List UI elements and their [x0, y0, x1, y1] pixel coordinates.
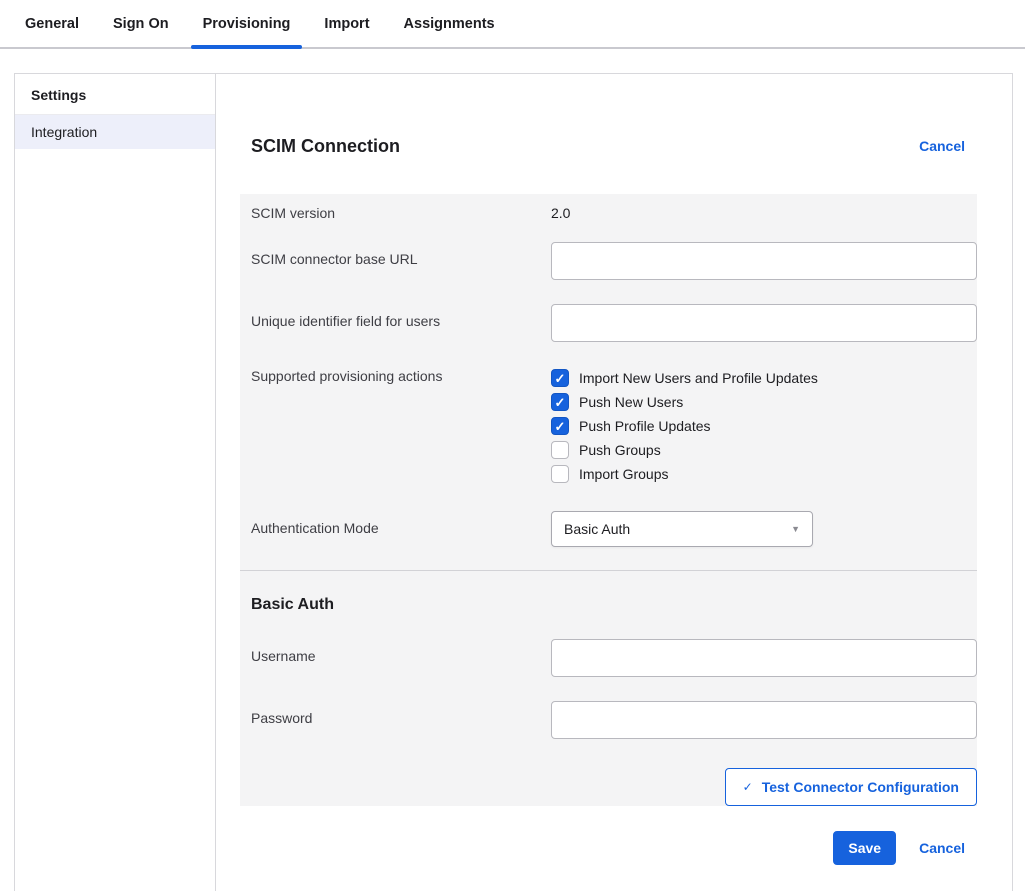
username-label: Username	[251, 639, 551, 664]
scim-version-value: 2.0	[551, 205, 977, 221]
settings-sidebar: Settings Integration	[15, 74, 216, 891]
checkbox-option-import-new-users[interactable]: Import New Users and Profile Updates	[551, 366, 977, 390]
authentication-mode-label: Authentication Mode	[251, 511, 551, 536]
unique-identifier-label: Unique identifier field for users	[251, 304, 551, 329]
checkbox-label: Push New Users	[579, 394, 683, 410]
checkbox-option-import-groups[interactable]: Import Groups	[551, 462, 977, 486]
checkbox-option-push-groups[interactable]: Push Groups	[551, 438, 977, 462]
sidebar-header: Settings	[15, 74, 215, 115]
scim-version-row: SCIM version 2.0	[240, 194, 977, 232]
scim-connection-panel: SCIM Connection Cancel SCIM version 2.0 …	[216, 74, 1013, 891]
base-url-input[interactable]	[551, 242, 977, 280]
form-footer: Save Cancel	[240, 831, 977, 865]
authentication-mode-selected-value: Basic Auth	[564, 521, 630, 537]
import-groups-checkbox[interactable]	[551, 465, 569, 483]
test-connector-configuration-button[interactable]: ✓ Test Connector Configuration	[725, 768, 977, 806]
test-connector-button-label: Test Connector Configuration	[762, 779, 959, 795]
tab-provisioning[interactable]: Provisioning	[191, 0, 303, 47]
username-row: Username	[240, 623, 977, 685]
sidebar-item-integration[interactable]: Integration	[15, 115, 215, 149]
push-profile-updates-checkbox[interactable]	[551, 417, 569, 435]
footer-cancel-link[interactable]: Cancel	[919, 840, 965, 856]
password-row: Password	[240, 685, 977, 747]
provisioning-actions-row: Supported provisioning actions Import Ne…	[240, 356, 977, 498]
unique-identifier-row: Unique identifier field for users	[240, 294, 977, 356]
basic-auth-section-header: Basic Auth	[240, 571, 977, 623]
scim-form-fieldset: SCIM version 2.0 SCIM connector base URL…	[240, 194, 977, 806]
checkbox-option-push-new-users[interactable]: Push New Users	[551, 390, 977, 414]
tab-assignments[interactable]: Assignments	[392, 0, 507, 47]
header-cancel-link[interactable]: Cancel	[919, 138, 965, 154]
tab-import[interactable]: Import	[312, 0, 381, 47]
tab-sign-on[interactable]: Sign On	[101, 0, 181, 47]
provisioning-actions-list: Import New Users and Profile Updates Pus…	[551, 366, 977, 486]
username-input[interactable]	[551, 639, 977, 677]
checkbox-option-push-profile-updates[interactable]: Push Profile Updates	[551, 414, 977, 438]
tab-general[interactable]: General	[13, 0, 91, 47]
scim-version-label: SCIM version	[251, 205, 551, 221]
save-button[interactable]: Save	[833, 831, 896, 865]
push-groups-checkbox[interactable]	[551, 441, 569, 459]
authentication-mode-row: Authentication Mode Basic Auth ▼	[240, 498, 977, 570]
checkmark-icon: ✓	[743, 780, 753, 794]
test-connector-row: ✓ Test Connector Configuration	[240, 747, 977, 806]
password-label: Password	[251, 701, 551, 726]
password-input[interactable]	[551, 701, 977, 739]
authentication-mode-dropdown[interactable]: Basic Auth ▼	[551, 511, 813, 547]
unique-identifier-input[interactable]	[551, 304, 977, 342]
page-title: SCIM Connection	[251, 134, 400, 158]
base-url-label: SCIM connector base URL	[251, 242, 551, 267]
checkbox-label: Import New Users and Profile Updates	[579, 370, 818, 386]
checkbox-label: Push Groups	[579, 442, 661, 458]
app-tab-bar: General Sign On Provisioning Import Assi…	[0, 0, 1025, 49]
checkbox-label: Import Groups	[579, 466, 668, 482]
form-header: SCIM Connection Cancel	[240, 134, 977, 158]
import-new-users-checkbox[interactable]	[551, 369, 569, 387]
checkbox-label: Push Profile Updates	[579, 418, 711, 434]
base-url-row: SCIM connector base URL	[240, 232, 977, 294]
provisioning-actions-label: Supported provisioning actions	[251, 366, 551, 384]
chevron-down-icon: ▼	[791, 525, 800, 534]
provisioning-card: Settings Integration SCIM Connection Can…	[14, 73, 1013, 891]
push-new-users-checkbox[interactable]	[551, 393, 569, 411]
basic-auth-section-title: Basic Auth	[251, 595, 977, 615]
